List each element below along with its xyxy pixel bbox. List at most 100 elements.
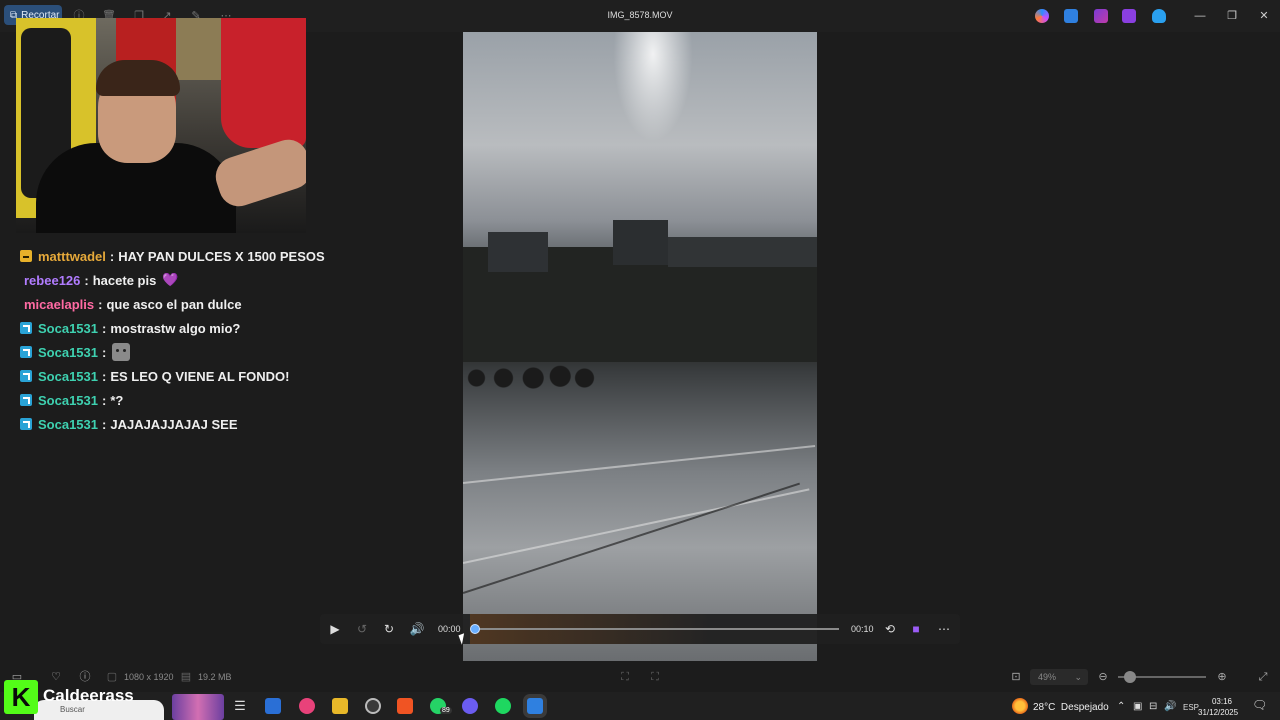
tray-chevron-up-icon[interactable]: ⌃ bbox=[1117, 701, 1125, 712]
notifications-icon[interactable]: 🗨 bbox=[1252, 698, 1267, 712]
weather-text[interactable]: 28°C Despejado bbox=[1033, 702, 1109, 713]
fullscreen-icon[interactable]: ⤢ bbox=[1256, 670, 1270, 684]
minimize-button[interactable]: — bbox=[1190, 8, 1210, 24]
webcam-feed bbox=[16, 18, 306, 233]
chat-separator: : bbox=[109, 248, 115, 264]
clipchamp-icon[interactable] bbox=[1094, 9, 1108, 23]
chat-text: *? bbox=[110, 392, 124, 408]
onedrive-icon[interactable] bbox=[1152, 9, 1166, 23]
prime-badge-icon bbox=[20, 370, 32, 382]
prime-badge-icon bbox=[20, 418, 32, 430]
widgets-button[interactable] bbox=[172, 694, 224, 720]
chat-username: Soca1531 bbox=[38, 392, 98, 408]
chat-separator: : bbox=[102, 368, 107, 384]
zoom-value: 49% bbox=[1038, 672, 1057, 682]
chat-overlay: matttwadel: HAY PAN DULCES X 1500 PESOS re… bbox=[20, 244, 440, 436]
app-circle-icon[interactable] bbox=[365, 698, 381, 714]
tray-app-icon[interactable]: ▣ bbox=[1133, 701, 1142, 712]
photos-taskbar-icon[interactable] bbox=[527, 698, 543, 714]
window-title: IMG_8578.MOV bbox=[607, 10, 673, 20]
chat-username: Soca1531 bbox=[38, 344, 98, 360]
close-button[interactable]: ✕ bbox=[1254, 8, 1274, 24]
chat-text: JAJAJAJJAJAJ SEE bbox=[110, 416, 238, 432]
whatsapp-badge: 89 bbox=[440, 707, 452, 714]
screenshot-icon[interactable]: ⊡ bbox=[1009, 670, 1023, 684]
file-size: 19.2 MB bbox=[198, 672, 232, 682]
chat-text: mostrastw algo mio? bbox=[110, 320, 241, 336]
current-time: 00:00 bbox=[438, 624, 461, 634]
chat-separator: : bbox=[102, 392, 107, 408]
zoom-out-icon[interactable]: ⊖ bbox=[1096, 670, 1110, 684]
fit-screen-icon[interactable]: ⛶ bbox=[618, 670, 632, 684]
chat-message: Soca1531: *? bbox=[20, 388, 440, 412]
play-icon[interactable]: ▶ bbox=[327, 621, 343, 637]
search-placeholder: Buscar bbox=[60, 705, 85, 714]
chat-username: Soca1531 bbox=[38, 368, 98, 384]
kick-logo: K bbox=[4, 680, 38, 714]
network-icon[interactable]: ⊟ bbox=[1149, 701, 1157, 712]
zoom-select[interactable]: 49% ⌄ bbox=[1030, 669, 1088, 685]
clipchamp-edit-icon[interactable]: ■ bbox=[908, 621, 924, 637]
file-dimensions: 1080 x 1920 bbox=[124, 672, 174, 682]
file-info-icon[interactable]: ⓘ bbox=[78, 670, 92, 684]
chat-message: Soca1531: JAJAJAJJAJAJ SEE bbox=[20, 412, 440, 436]
volume-tray-icon[interactable]: 🔊 bbox=[1164, 701, 1176, 712]
chat-message: Soca1531: bbox=[20, 340, 440, 364]
dimensions-icon: ▢ bbox=[106, 671, 118, 683]
chat-message: Soca1531: mostrastw algo mio? bbox=[20, 316, 440, 340]
seek-thumb[interactable] bbox=[470, 624, 480, 634]
language-indicator[interactable]: ESP bbox=[1183, 703, 1199, 712]
chat-username: Soca1531 bbox=[38, 320, 98, 336]
favorite-icon[interactable]: ♡ bbox=[49, 670, 63, 684]
brave-icon[interactable] bbox=[397, 698, 413, 714]
copilot-icon[interactable] bbox=[1035, 9, 1049, 23]
repeat-off-icon[interactable]: ⟲ bbox=[882, 621, 898, 637]
maximize-button[interactable]: ❐ bbox=[1222, 8, 1242, 24]
app-pink-icon[interactable] bbox=[299, 698, 315, 714]
video-editor-icon[interactable] bbox=[1122, 9, 1136, 23]
chat-message: matttwadel: HAY PAN DULCES X 1500 PESOS bbox=[20, 244, 440, 268]
seek-bar[interactable] bbox=[475, 628, 839, 630]
chat-text: HAY PAN DULCES X 1500 PESOS bbox=[118, 248, 325, 264]
rewind-10-icon[interactable]: ↺ bbox=[354, 621, 370, 637]
chat-text: que asco el pan dulce bbox=[106, 296, 242, 312]
cat-emote-icon bbox=[112, 343, 131, 361]
chat-text: ES LEO Q VIENE AL FONDO! bbox=[110, 368, 290, 384]
file-size-icon: ▤ bbox=[180, 671, 192, 683]
spotify-icon[interactable] bbox=[495, 698, 511, 714]
prime-badge-icon bbox=[20, 346, 32, 358]
streamer-name: Caldeerass bbox=[43, 686, 134, 705]
chat-separator: : bbox=[98, 296, 103, 312]
chat-separator: : bbox=[102, 344, 107, 360]
chat-text: hacete pis bbox=[92, 272, 157, 288]
prime-badge-icon bbox=[20, 322, 32, 334]
weather-icon[interactable] bbox=[1012, 698, 1028, 714]
purple-heart-emoji: 💜 bbox=[162, 272, 179, 287]
more-options-icon[interactable]: ⋯ bbox=[936, 621, 952, 637]
actual-size-icon[interactable]: ⛶ bbox=[648, 670, 662, 684]
clock[interactable]: 03:16 31/12/2025 bbox=[1198, 696, 1238, 718]
chat-username: Soca1531 bbox=[38, 416, 98, 432]
chat-username: matttwadel bbox=[38, 248, 106, 264]
forward-30-icon[interactable]: ↻ bbox=[381, 621, 397, 637]
zoom-in-icon[interactable]: ⊕ bbox=[1215, 670, 1229, 684]
task-view-icon[interactable]: ☰ bbox=[232, 698, 248, 714]
discord-icon[interactable] bbox=[462, 698, 478, 714]
zoom-slider-thumb[interactable] bbox=[1124, 671, 1136, 683]
volume-icon[interactable]: 🔊 bbox=[409, 621, 425, 637]
photos-icon[interactable] bbox=[1064, 9, 1078, 23]
chat-message: rebee126: hacete pis 💜 bbox=[20, 268, 440, 292]
chat-separator: : bbox=[102, 416, 107, 432]
chat-separator: : bbox=[84, 272, 89, 288]
chat-username: rebee126 bbox=[24, 272, 81, 288]
chat-username: micaelaplis bbox=[24, 296, 95, 312]
subscriber-badge-icon bbox=[20, 250, 32, 262]
prime-badge-icon bbox=[20, 394, 32, 406]
chevron-down-icon: ⌄ bbox=[1074, 672, 1082, 682]
chat-separator: : bbox=[102, 320, 107, 336]
chat-message: Soca1531: ES LEO Q VIENE AL FONDO! bbox=[20, 364, 440, 388]
video-frame[interactable] bbox=[463, 32, 817, 661]
chat-message: micaelaplis: que asco el pan dulce bbox=[20, 292, 440, 316]
file-explorer-icon[interactable] bbox=[332, 698, 348, 714]
store-icon[interactable] bbox=[265, 698, 281, 714]
